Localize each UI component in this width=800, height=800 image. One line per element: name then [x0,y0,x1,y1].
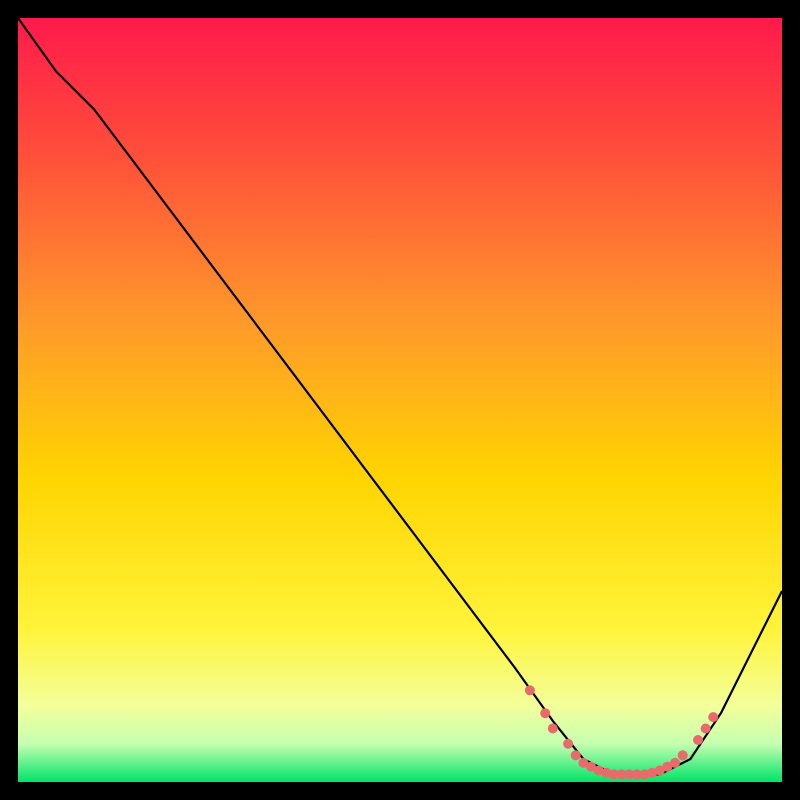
data-marker [563,739,573,749]
data-marker [678,750,688,760]
data-marker [540,708,550,718]
data-marker [701,724,711,734]
gradient-background [18,18,782,782]
chart-frame: TheBottleneck.com [18,18,782,782]
data-marker [525,685,535,695]
data-marker [548,724,558,734]
data-marker [693,735,703,745]
data-marker [708,712,718,722]
data-marker [670,758,680,768]
chart-svg [18,18,782,782]
data-marker [571,750,581,760]
